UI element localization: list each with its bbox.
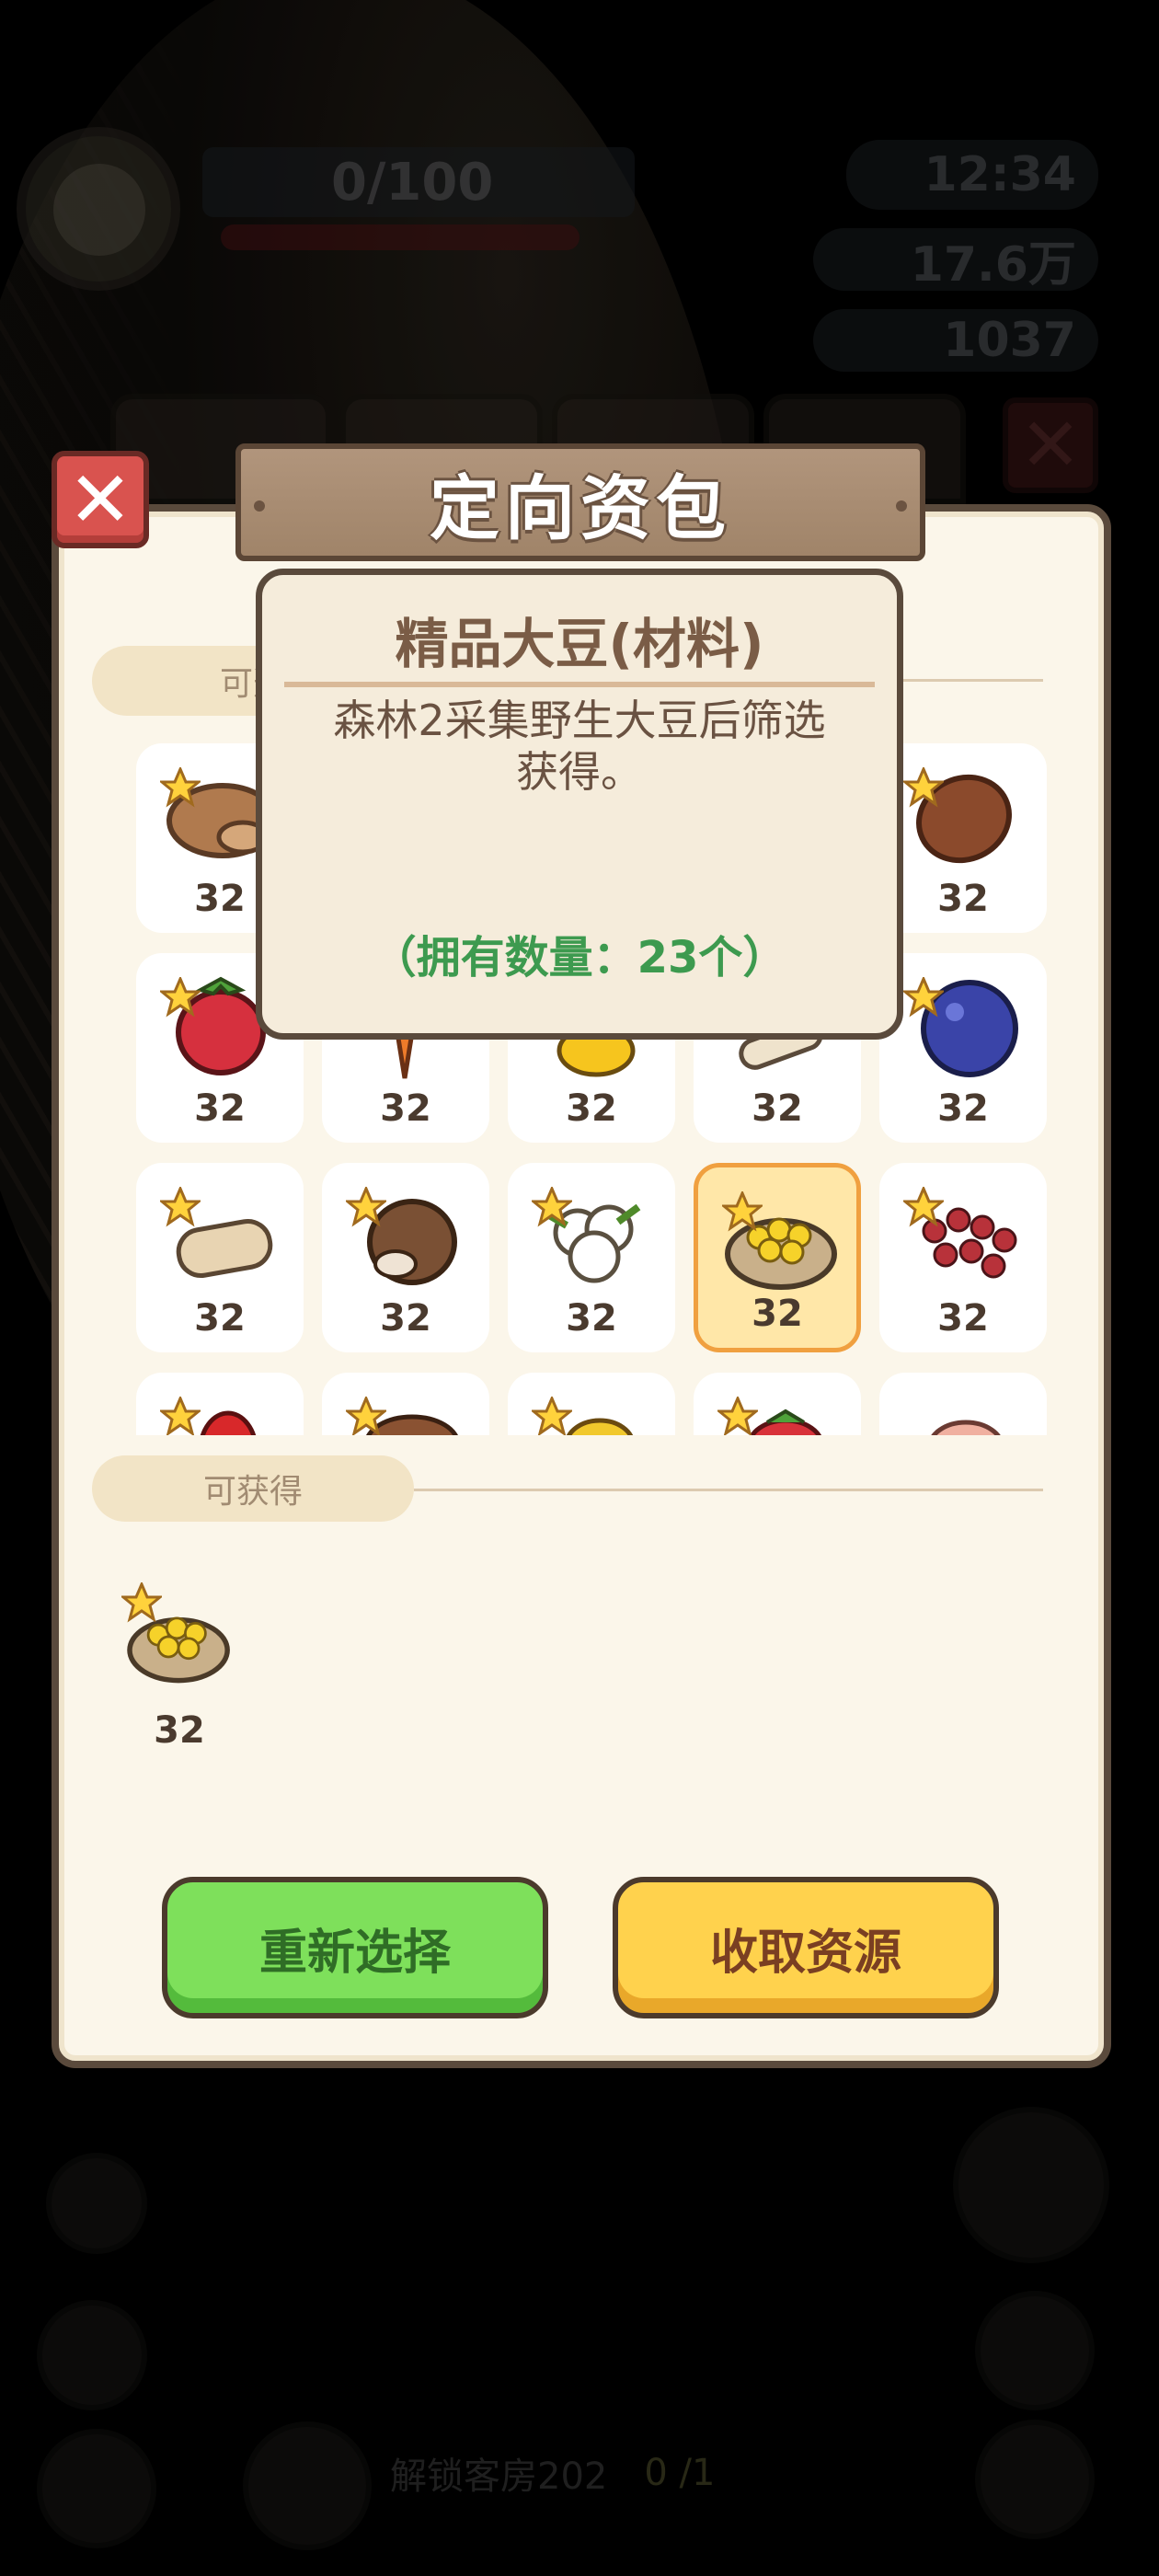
reselect-button[interactable]: 重新选择 [162, 1877, 548, 2018]
item-quantity: 32 [937, 878, 989, 920]
star-icon [160, 1397, 201, 1435]
item-quantity: 32 [937, 1297, 989, 1340]
star-icon [532, 1397, 572, 1435]
health-bar [221, 224, 580, 250]
obtainable-item-soybean: 32 [120, 1582, 239, 1752]
item-quantity: 32 [380, 1297, 431, 1340]
meat-icon [931, 1420, 1001, 1435]
obtainable-divider [414, 1489, 1043, 1491]
star-icon [160, 1187, 201, 1227]
star-icon [160, 977, 201, 1018]
room-label-text: 解锁客房202 [390, 2455, 608, 2498]
item-red-berries[interactable]: 32 [879, 1163, 1047, 1352]
bg-chef-icon [975, 2420, 1095, 2539]
item-soybean-selected[interactable]: 32 [694, 1163, 861, 1352]
energy-bar: 0/100 [202, 147, 635, 217]
item-taro[interactable]: 32 [322, 1163, 489, 1352]
item-quantity: 32 [194, 1087, 246, 1130]
gem-display: 1037 [813, 309, 1098, 372]
tooltip-owned-count: （拥有数量：23个） [372, 932, 787, 983]
star-icon [346, 1187, 386, 1227]
item-quantity: 32 [752, 1087, 803, 1130]
item-sweet-potato[interactable]: 32 [879, 743, 1047, 933]
star-icon [717, 1397, 758, 1435]
item-blueberry[interactable]: 32 [879, 953, 1047, 1143]
dialog-title: 定向资包 [235, 443, 925, 561]
star-icon [722, 1191, 763, 1232]
item-corn[interactable] [508, 1373, 675, 1435]
item-chili[interactable] [136, 1373, 304, 1435]
star-icon [903, 767, 944, 808]
bg-book-icon [37, 2300, 147, 2410]
bg-close-icon: ✕ [1003, 397, 1098, 493]
tooltip-title: 精品大豆(材料) [395, 613, 764, 675]
item-quantity: 32 [380, 1087, 431, 1130]
bg-whistle-icon [975, 2291, 1095, 2410]
obtainable-section-label: 可获得 [92, 1455, 414, 1522]
timer-display: 12:34 [846, 140, 1098, 210]
item-quantity: 32 [194, 1297, 246, 1340]
item-lotus-root[interactable]: 32 [136, 1163, 304, 1352]
obtainable-quantity: 32 [154, 1709, 205, 1752]
star-icon [346, 1397, 386, 1435]
bg-search-icon [46, 2153, 147, 2254]
star-icon [121, 1582, 162, 1623]
star-icon [903, 1187, 944, 1227]
item-quantity: 32 [937, 1087, 989, 1130]
star-icon [160, 767, 201, 808]
item-quantity: 32 [566, 1297, 617, 1340]
close-button[interactable]: ✕ [52, 451, 149, 548]
item-quantity: 32 [566, 1087, 617, 1130]
room-progress-text: 0 /1 [644, 2452, 716, 2494]
tooltip-divider [284, 682, 875, 687]
close-icon: ✕ [67, 454, 133, 545]
item-mushroom[interactable] [322, 1373, 489, 1435]
player-avatar [17, 127, 180, 291]
item-quantity: 32 [752, 1293, 803, 1335]
item-tooltip: 精品大豆(材料) 森林2采集野生大豆后筛选获得。 （拥有数量：23个） [256, 569, 903, 1040]
bg-play-icon [953, 2107, 1109, 2263]
collect-resources-button[interactable]: 收取资源 [613, 1877, 999, 2018]
item-meat[interactable] [879, 1373, 1047, 1435]
item-cotton[interactable]: 32 [508, 1163, 675, 1352]
star-icon [532, 1187, 572, 1227]
money-display: 17.6万 [813, 228, 1098, 293]
room-unlock-label: 解锁客房202 0 /1 [243, 2425, 850, 2521]
tooltip-description: 森林2采集野生大豆后筛选获得。 [333, 696, 826, 797]
star-icon [903, 977, 944, 1018]
bg-paw-icon [37, 2429, 156, 2548]
item-strawberry[interactable] [694, 1373, 861, 1435]
